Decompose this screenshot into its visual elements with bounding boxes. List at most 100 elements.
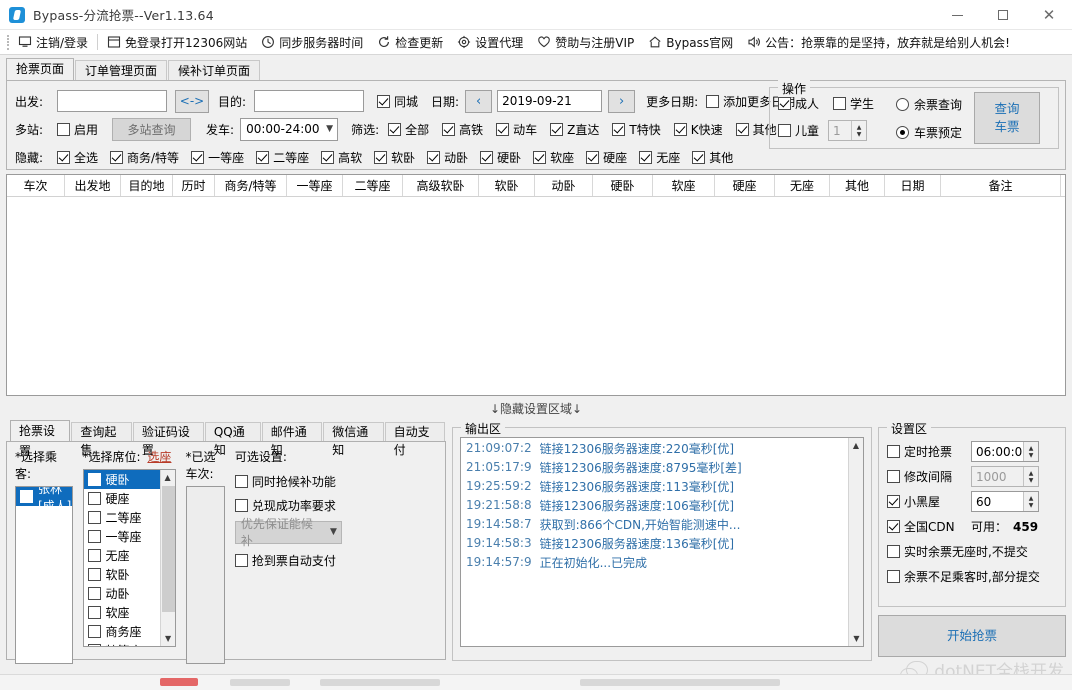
hide-checkbox-硬卧[interactable]: 硬卧 (480, 149, 521, 166)
hide-checkbox-商务/特等[interactable]: 商务/特等 (110, 149, 179, 166)
hide-checkbox-无座[interactable]: 无座 (639, 149, 680, 166)
depart-time-select[interactable]: 00:00-24:00 ▼ (240, 117, 339, 141)
stepper-buttons[interactable]: ▲ ▼ (851, 121, 867, 140)
grid-column-header[interactable]: 日期 (885, 175, 941, 196)
simultaneous-waitlist-checkbox[interactable]: 同时抢候补功能 (234, 469, 336, 493)
hide-checkbox-软座[interactable]: 软座 (533, 149, 574, 166)
stepper-buttons[interactable]: ▲ ▼ (1023, 492, 1038, 511)
hide-settings-bar[interactable]: ↓隐藏设置区域↓ (0, 396, 1072, 420)
to-input[interactable] (254, 90, 364, 112)
grid-column-header[interactable]: 出发地 (65, 175, 121, 196)
settings-tab-抢票设置[interactable]: 抢票设置 (10, 420, 71, 458)
hide-checkbox-高软[interactable]: 高软 (321, 149, 362, 166)
hide-checkbox-动卧[interactable]: 动卧 (427, 149, 468, 166)
grid-column-header[interactable]: 高级软卧 (403, 175, 479, 196)
passenger-list[interactable]: 张林[成人] (15, 486, 73, 664)
scrollbar-thumb[interactable] (161, 486, 175, 612)
cdn-checkbox[interactable]: 全国CDN (887, 518, 965, 535)
interval-stepper[interactable]: 1000 ▲ ▼ (971, 466, 1039, 487)
toolbar-item-set-proxy[interactable]: 设置代理 (450, 31, 530, 53)
scroll-down-icon[interactable]: ▼ (849, 631, 863, 646)
scroll-up-icon[interactable]: ▲ (160, 470, 175, 485)
child-count-stepper[interactable]: 1 ▲ ▼ (828, 120, 868, 141)
filter-checkbox-全部[interactable]: 全部 (388, 121, 429, 138)
grid-column-header[interactable]: 二等座 (343, 175, 403, 196)
settings-tab-邮件通知[interactable]: 邮件通知 (261, 422, 323, 457)
ticket-result-grid[interactable]: 车次 出发地 目的地 历时 商务/特等 一等座 二等座 高级软卧 软卧 动卧 硬卧 软座 硬座 无座 其他日… (6, 174, 1066, 396)
output-scrollbar[interactable]: ▲ ▼ (848, 438, 863, 646)
grid-column-header[interactable]: 一等座 (287, 175, 343, 196)
query-remaining-radio[interactable]: 余票查询 (896, 96, 962, 113)
same-city-checkbox[interactable]: 同城 (377, 93, 418, 110)
hide-checkbox-软卧[interactable]: 软卧 (374, 149, 415, 166)
settings-tab-微信通知[interactable]: 微信通知 (323, 422, 384, 457)
grid-column-header[interactable]: 软座 (653, 175, 715, 196)
settings-tab-QQ通知[interactable]: QQ通知 (204, 422, 261, 457)
toolbar-item-open-12306[interactable]: 免登录打开12306网站 (100, 31, 254, 53)
toolbar-item-official-site[interactable]: Bypass官网 (641, 31, 740, 53)
hide-checkbox-硬座[interactable]: 硬座 (586, 149, 627, 166)
grid-column-header[interactable]: 软卧 (479, 175, 535, 196)
settings-tab-查询起售[interactable]: 查询起售 (71, 422, 132, 457)
hide-checkbox-全选[interactable]: 全选 (57, 149, 98, 166)
filter-checkbox-高铁[interactable]: 高铁 (442, 121, 483, 138)
grid-column-header[interactable]: 硬座 (715, 175, 775, 196)
stepper-buttons[interactable]: ▲ ▼ (1023, 467, 1038, 486)
book-ticket-radio[interactable]: 车票预定 (896, 124, 962, 141)
close-button[interactable]: ✕ (1026, 0, 1072, 30)
auto-pay-checkbox[interactable]: 抢到票自动支付 (234, 549, 336, 573)
child-checkbox[interactable]: 儿童 (778, 122, 819, 139)
scroll-down-icon[interactable]: ▼ (160, 631, 175, 646)
hide-checkbox-二等座[interactable]: 二等座 (256, 149, 309, 166)
tab-grab-ticket[interactable]: 抢票页面 (6, 58, 75, 80)
filter-checkbox-Z直达[interactable]: Z直达 (550, 121, 599, 138)
blackroom-stepper[interactable]: 60 ▲ ▼ (971, 491, 1039, 512)
timed-grab-checkbox[interactable]: 定时抢票 (887, 443, 965, 460)
date-input[interactable] (497, 90, 603, 112)
seat-list-scrollbar[interactable]: ▲ ▼ (159, 470, 175, 646)
seat-list[interactable]: 硬卧硬座二等座一等座无座软卧动卧软座商务座特等座 ▲ ▼ (82, 469, 176, 647)
multi-station-enable-checkbox[interactable]: 启用 (57, 121, 98, 138)
swap-stations-button[interactable]: <-> (175, 89, 209, 113)
grid-column-header[interactable]: 其他 (830, 175, 885, 196)
grid-column-header[interactable]: 历时 (173, 175, 215, 196)
settings-tab-自动支付[interactable]: 自动支付 (384, 422, 446, 457)
stepper-buttons[interactable]: ▲ ▼ (1023, 442, 1038, 461)
student-checkbox[interactable]: 学生 (833, 95, 874, 112)
hide-checkbox-一等座[interactable]: 一等座 (191, 149, 244, 166)
minimize-button[interactable] (934, 0, 980, 30)
maximize-button[interactable] (980, 0, 1026, 30)
grid-column-header[interactable]: 无座 (775, 175, 830, 196)
grid-column-header[interactable]: 车次 (7, 175, 65, 196)
success-rate-checkbox[interactable]: 兑现成功率要求 (234, 493, 336, 517)
filter-checkbox-T特快[interactable]: T特快 (612, 121, 661, 138)
tab-order-management[interactable]: 订单管理页面 (75, 60, 168, 80)
partial-submit-checkbox[interactable]: 余票不足乘客时,部分提交 (887, 568, 1040, 585)
from-input[interactable] (57, 90, 167, 112)
multi-station-query-button[interactable]: 多站查询 (112, 117, 192, 141)
date-next-button[interactable]: › (608, 89, 636, 113)
filter-checkbox-动车[interactable]: 动车 (496, 121, 537, 138)
toolbar-item-sponsor-vip[interactable]: 赞助与注册VIP (530, 31, 641, 53)
grid-column-header[interactable]: 硬卧 (593, 175, 653, 196)
grid-column-header[interactable]: 商务/特等 (215, 175, 287, 196)
choose-seat-link[interactable]: 选座 (147, 450, 171, 464)
grid-body[interactable] (7, 197, 1065, 395)
toolbar-item-logout-login[interactable]: 注销/登录 (11, 31, 95, 53)
start-grab-button[interactable]: 开始抢票 (878, 615, 1066, 657)
grid-column-header[interactable]: 目的地 (121, 175, 173, 196)
grid-column-header[interactable]: 备注 (941, 175, 1061, 196)
adult-checkbox[interactable]: 成人 (778, 95, 819, 112)
passenger-item[interactable]: 张林[成人] (16, 487, 72, 513)
scroll-up-icon[interactable]: ▲ (849, 438, 863, 453)
query-ticket-button[interactable]: 查询 车票 (974, 92, 1041, 144)
filter-checkbox-K快速[interactable]: K快速 (673, 121, 723, 138)
timed-grab-time-stepper[interactable]: 06:00:00 ▲ ▼ (971, 441, 1039, 462)
grid-column-header[interactable]: 动卧 (535, 175, 593, 196)
tab-waitlist-order[interactable]: 候补订单页面 (168, 60, 261, 80)
toolbar-item-sync-time[interactable]: 同步服务器时间 (254, 31, 370, 53)
blackroom-checkbox[interactable]: 小黑屋 (887, 493, 965, 510)
interval-checkbox[interactable]: 修改间隔 (887, 468, 965, 485)
toolbar-item-check-update[interactable]: 检查更新 (370, 31, 450, 53)
output-log[interactable]: 21:09:07:2 链接12306服务器速度:220毫秒[优] 21:05:17:… (460, 437, 864, 647)
